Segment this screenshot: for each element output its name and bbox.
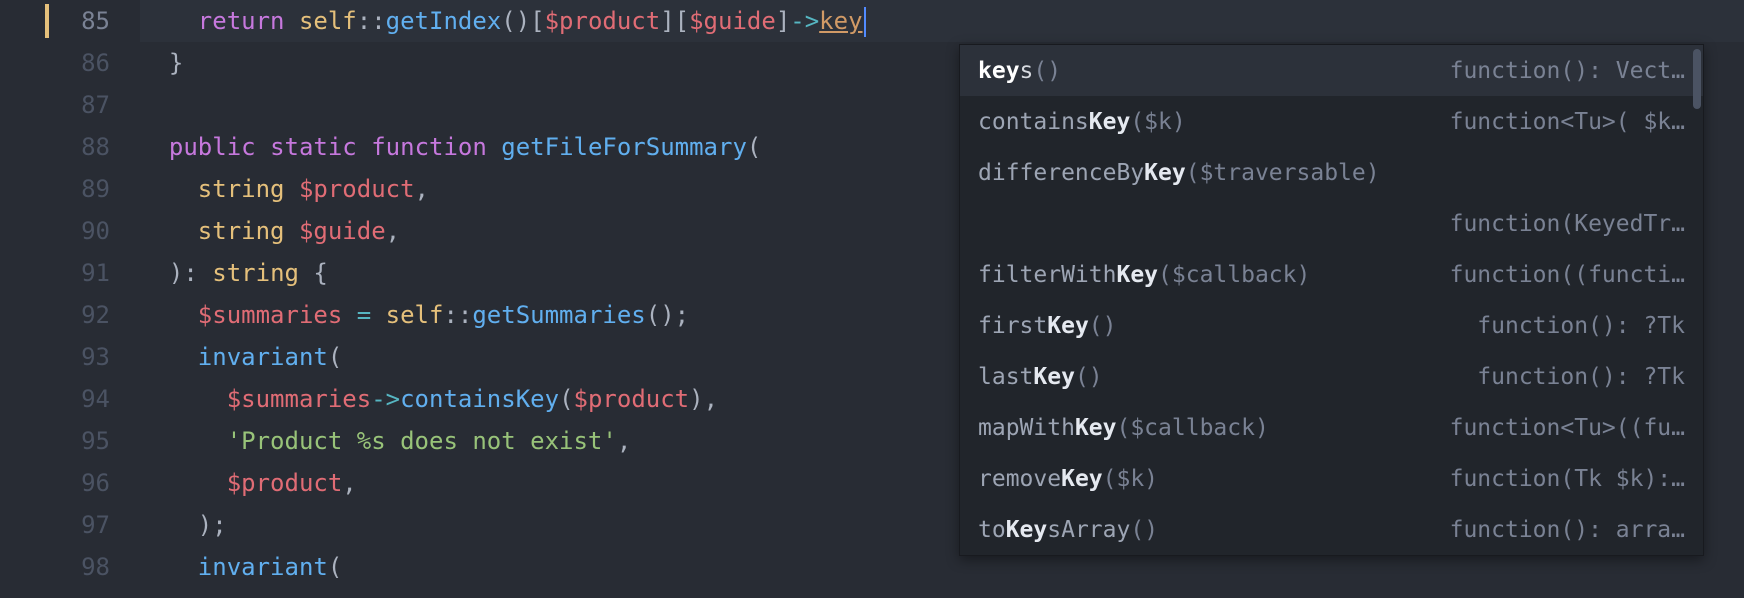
line-number: 96 (0, 462, 110, 504)
code-editor[interactable]: 85 86 87 88 89 90 91 92 93 94 95 96 97 9… (0, 0, 1744, 598)
completion-hint: function(): ?Tk (1477, 313, 1685, 339)
line-number: 86 (0, 42, 110, 84)
code-line[interactable]: return self::getIndex()[$product][$guide… (140, 0, 1744, 42)
completion-label: lastKey() (978, 364, 1103, 390)
line-number: 89 (0, 168, 110, 210)
line-number: 85 (0, 0, 110, 42)
line-number: 91 (0, 252, 110, 294)
completion-hint: function(): ?Tk (1477, 364, 1685, 390)
autocomplete-item[interactable]: containsKey($k) function<Tu>( $k… (960, 96, 1703, 147)
completion-hint: function(): arra… (1450, 517, 1685, 543)
completion-hint: function(KeyedTr… (1450, 211, 1685, 237)
completion-label: toKeysArray() (978, 517, 1158, 543)
completion-label: keys() (978, 58, 1061, 84)
line-number: 93 (0, 336, 110, 378)
autocomplete-scrollbar[interactable] (1693, 49, 1701, 109)
line-number: 95 (0, 420, 110, 462)
autocomplete-item[interactable]: removeKey($k) function(Tk $k):… (960, 453, 1703, 504)
completion-label: differenceByKey($traversable) (978, 160, 1380, 186)
completion-label: firstKey() (978, 313, 1117, 339)
autocomplete-item[interactable]: toKeysArray() function(): arra… (960, 504, 1703, 555)
autocomplete-item[interactable]: filterWithKey($callback) function((funct… (960, 249, 1703, 300)
completion-hint: function<Tu>( $k… (1450, 109, 1685, 135)
text-cursor (864, 7, 866, 37)
completion-label: containsKey($k) (978, 109, 1186, 135)
code-area[interactable]: return self::getIndex()[$product][$guide… (140, 0, 1744, 598)
autocomplete-item[interactable]: mapWithKey($callback) function<Tu>((fu… (960, 402, 1703, 453)
completion-hint: function((functi… (1450, 262, 1685, 288)
autocomplete-item[interactable]: function(KeyedTr… (960, 198, 1703, 249)
autocomplete-item[interactable]: firstKey() function(): ?Tk (960, 300, 1703, 351)
completion-label: mapWithKey($callback) (978, 415, 1269, 441)
autocomplete-popup[interactable]: keys() function(): Vect… containsKey($k)… (959, 44, 1704, 556)
line-number: 90 (0, 210, 110, 252)
line-number: 97 (0, 504, 110, 546)
completion-label: filterWithKey($callback) (978, 262, 1310, 288)
line-number: 88 (0, 126, 110, 168)
completion-label: removeKey($k) (978, 466, 1158, 492)
line-number: 98 (0, 546, 110, 588)
line-number: 92 (0, 294, 110, 336)
autocomplete-item[interactable]: differenceByKey($traversable) (960, 147, 1703, 198)
line-number: 94 (0, 378, 110, 420)
completion-hint: function(): Vect… (1450, 58, 1685, 84)
autocomplete-item[interactable]: keys() function(): Vect… (960, 45, 1703, 96)
completion-hint: function<Tu>((fu… (1450, 415, 1685, 441)
line-number: 87 (0, 84, 110, 126)
line-number-gutter: 85 86 87 88 89 90 91 92 93 94 95 96 97 9… (0, 0, 140, 598)
completion-hint: function(Tk $k):… (1450, 466, 1685, 492)
autocomplete-item[interactable]: lastKey() function(): ?Tk (960, 351, 1703, 402)
